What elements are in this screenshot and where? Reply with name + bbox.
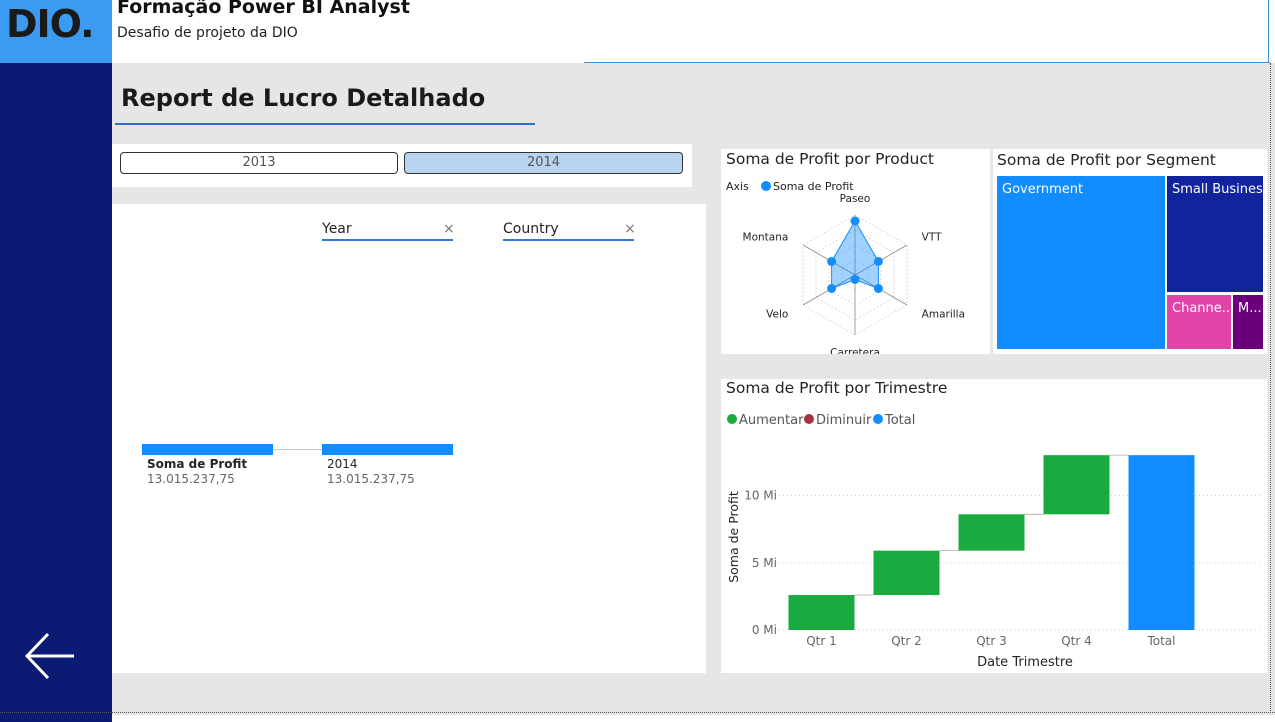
waterfall-bar-increase[interactable]	[873, 550, 940, 596]
radar-data-point[interactable]	[850, 216, 860, 226]
waterfall-x-axis-label: Date Trimestre	[977, 655, 1073, 670]
radar-data-point[interactable]	[873, 257, 883, 266]
year-button-2013[interactable]: 2013	[120, 152, 398, 174]
decomp-root-value: 13.015.237,75	[147, 472, 235, 486]
radar-legend-series: Soma de Profit	[773, 180, 854, 193]
waterfall-x-tick-label: Total	[1146, 634, 1175, 648]
legend-total-label: Total	[884, 413, 915, 428]
title-underline	[115, 123, 535, 125]
radar-chart: Axis Soma de Profit Paseo VTT Amarilla Carr…	[726, 180, 965, 354]
radar-category-label: Velo	[766, 309, 788, 321]
waterfall-chart-panel: Soma de Profit por Trimestre Aumentar Di…	[721, 379, 1267, 673]
report-title: Report de Lucro Detalhado	[121, 84, 486, 112]
logo-text: DIO.	[6, 2, 95, 46]
radar-category-label: VTT	[922, 232, 942, 244]
filter-country-remove-icon[interactable]: ×	[624, 221, 636, 237]
sidebar	[0, 63, 112, 722]
waterfall-x-tick-label: Qtr 3	[976, 634, 1007, 648]
radar-category-label: Paseo	[840, 193, 871, 205]
waterfall-bar-increase[interactable]	[788, 595, 855, 630]
header-border	[1268, 0, 1269, 63]
legend-decrease-label: Diminuir	[816, 413, 872, 428]
radar-data-point[interactable]	[827, 257, 837, 266]
legend-increase-label: Aumentar	[739, 413, 804, 428]
waterfall-bar-total[interactable]	[1128, 455, 1195, 630]
header-title: Formação Power BI Analyst	[117, 0, 410, 18]
decomp-2014-label: 2014	[327, 457, 358, 471]
radar-data-point[interactable]	[873, 284, 883, 293]
radar-category-label: Amarilla	[922, 309, 965, 321]
decomposition-tree: Year × Country × Soma de Profit 13.015.2…	[112, 204, 706, 673]
treemap-cell-government[interactable]: Government	[997, 176, 1165, 349]
canvas-right-border	[1270, 63, 1272, 713]
waterfall-x-tick-label: Qtr 4	[1061, 634, 1092, 648]
waterfall-x-tick-label: Qtr 2	[891, 634, 922, 648]
radar-legend-dot	[761, 181, 771, 191]
waterfall-chart: Aumentar Diminuir Total Soma de Profit D…	[726, 413, 1261, 670]
decomp-root-label: Soma de Profit	[147, 457, 248, 471]
legend-decrease-dot	[804, 414, 814, 424]
decomp-2014-value: 13.015.237,75	[327, 472, 415, 486]
radar-legend-axis-label: Axis	[726, 180, 749, 193]
treemap-cell-channel[interactable]: Channe...	[1167, 295, 1231, 349]
dio-logo: DIO.	[0, 0, 112, 63]
treemap-title: Soma de Profit por Segment	[997, 151, 1216, 169]
waterfall-y-tick-label: 5 Mi	[752, 556, 777, 570]
filter-country-underline	[503, 239, 634, 241]
decomp-node-bar-2014[interactable]	[322, 444, 453, 455]
filter-year-underline	[322, 239, 453, 241]
year-button-2014[interactable]: 2014	[404, 152, 683, 174]
waterfall-y-axis-label: Soma de Profit	[726, 491, 741, 583]
year-slicer: 2013 2014	[112, 144, 692, 187]
waterfall-x-tick-label: Qtr 1	[806, 634, 837, 648]
treemap-cell-m[interactable]: M...	[1233, 295, 1263, 349]
decomp-node-bar-root[interactable]	[142, 444, 273, 455]
waterfall-y-tick-label: 10 Mi	[744, 489, 777, 503]
radar-data-point[interactable]	[850, 275, 860, 284]
filter-year-label[interactable]: Year	[322, 221, 352, 237]
header-subtitle: Desafio de projeto da DIO	[117, 25, 298, 41]
waterfall-bar-increase[interactable]	[1043, 455, 1110, 515]
legend-total-dot	[873, 414, 883, 424]
radar-chart-panel: Soma de Profit por Product Axis Soma de …	[721, 149, 990, 354]
filter-country-label[interactable]: Country	[503, 221, 559, 237]
back-arrow-icon[interactable]	[22, 628, 78, 684]
legend-increase-dot	[727, 414, 737, 424]
radar-data-point[interactable]	[827, 284, 837, 293]
radar-category-label: Carretera	[830, 347, 880, 354]
treemap-panel: Soma de Profit por Segment Government Sm…	[993, 149, 1267, 354]
filter-year-remove-icon[interactable]: ×	[443, 221, 455, 237]
waterfall-bar-increase[interactable]	[958, 514, 1025, 551]
waterfall-y-tick-label: 0 Mi	[752, 623, 777, 637]
decomp-connector	[273, 449, 322, 450]
treemap-cell-small-business[interactable]: Small Business	[1167, 176, 1263, 292]
canvas-bottom-border	[0, 712, 1275, 714]
radar-category-label: Montana	[743, 232, 789, 244]
